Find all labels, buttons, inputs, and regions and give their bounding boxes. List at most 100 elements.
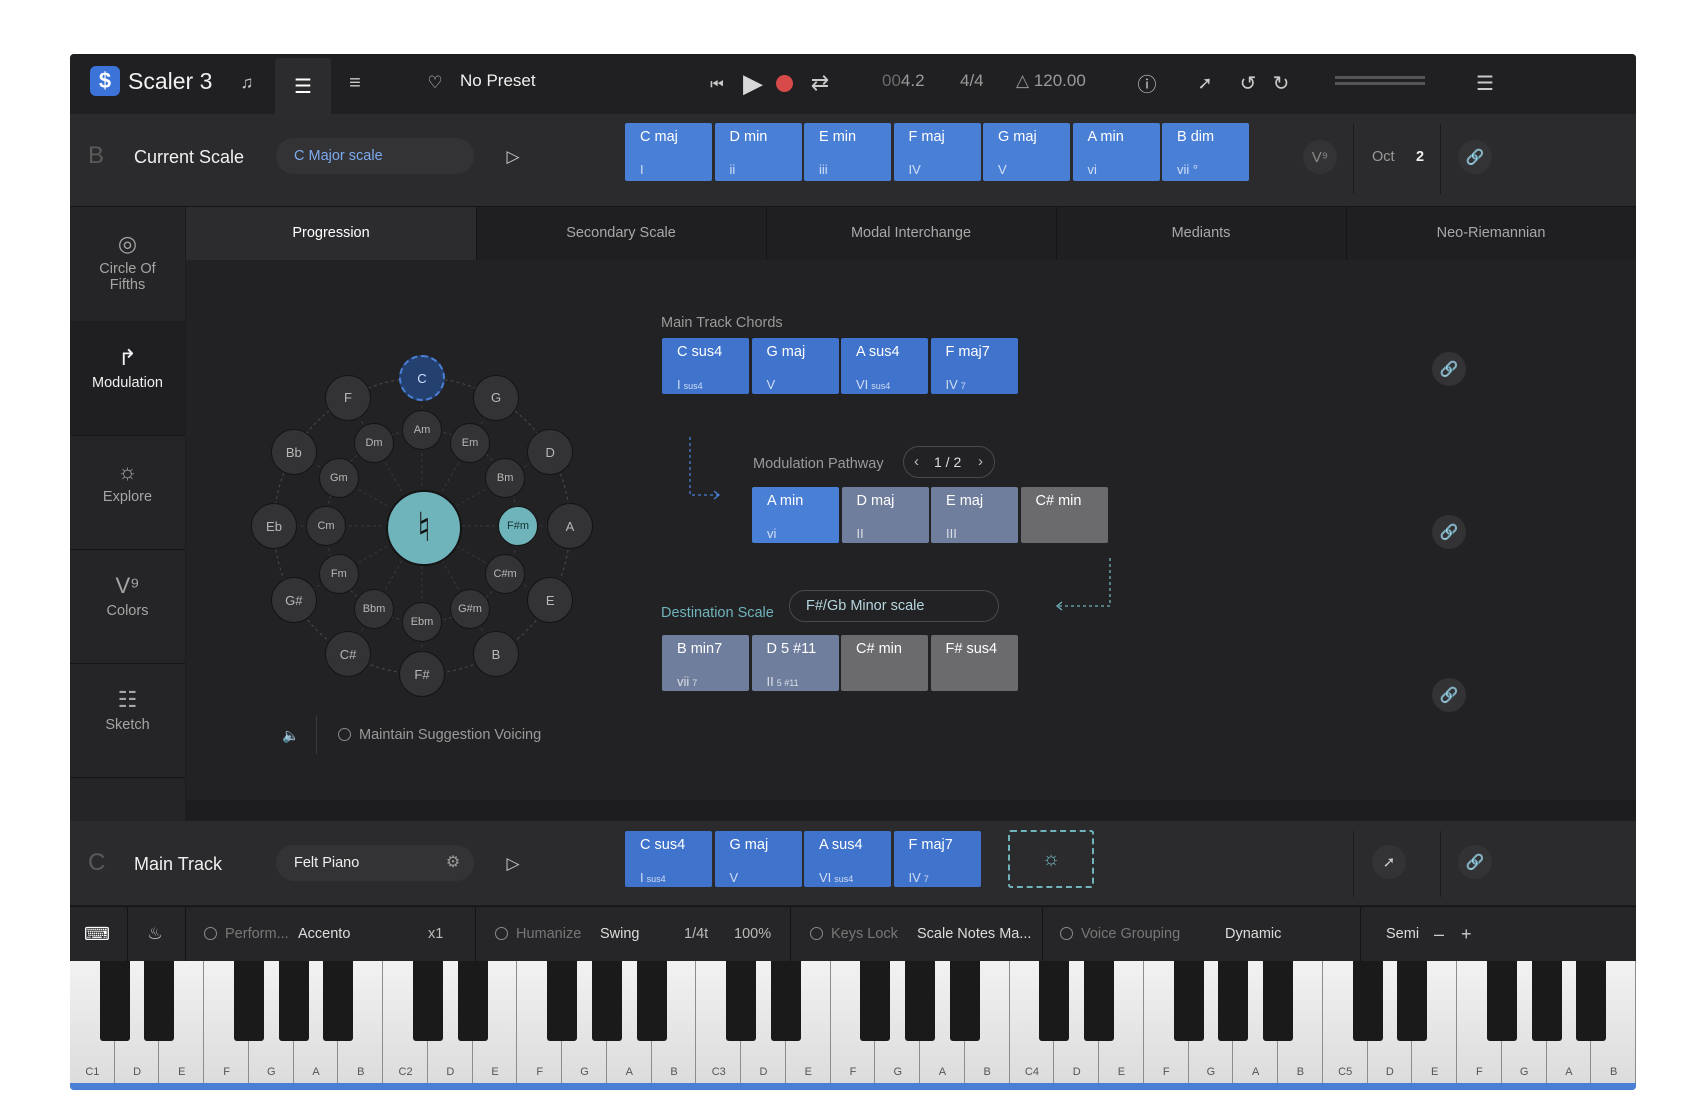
perform-multiplier[interactable]: x1 [428,907,443,961]
main-track-chord-chip[interactable]: A sus4 VI sus4 [841,338,928,394]
pathway-chord-chip[interactable]: A min vi [752,487,839,543]
circle-minor-node[interactable]: F#m [498,506,538,546]
tempo-display[interactable]: △ 120.00 [1016,71,1086,91]
volume-slider[interactable] [1335,76,1425,79]
voice-grouping-value[interactable]: Dynamic [1225,907,1281,961]
black-key[interactable] [770,961,801,1041]
layers-tab[interactable]: ☰ [275,58,331,114]
instrument-selector[interactable]: Felt Piano ⚙ [276,845,474,881]
main-track-chord-chip[interactable]: F maj7 IV 7 [930,338,1018,394]
export-arrow-icon[interactable]: ➚ [1190,68,1220,98]
black-key[interactable] [905,961,936,1041]
humanize-toggle[interactable]: Humanize [495,907,581,961]
tab-modal-interchange[interactable]: Modal Interchange [766,207,1057,260]
octave-value[interactable]: 2 [1416,149,1424,165]
circle-minor-node[interactable]: Dm [354,422,394,463]
circle-major-node[interactable]: Eb [251,503,297,549]
circle-major-node[interactable]: F [325,374,371,421]
scale-selector[interactable]: C Major scale [276,138,474,174]
pathway-chord-chip[interactable]: D maj II [841,487,929,543]
speaker-icon[interactable]: 🔈 [276,720,306,750]
destination-scale-selector[interactable]: F#/Gb Minor scale [789,590,999,622]
semi-increase-icon[interactable]: + [1461,907,1472,961]
circle-minor-node[interactable]: Am [402,410,442,450]
play-icon[interactable]: ▶ [737,66,769,100]
keyboard-icon[interactable]: ⌨ [82,919,112,949]
swing-amount[interactable]: 100% [734,907,771,961]
perform-toggle[interactable]: Perform... [204,907,289,961]
black-key[interactable] [1531,961,1562,1041]
circle-minor-node[interactable]: G#m [450,589,490,630]
circle-major-node[interactable]: C [399,355,445,401]
black-key[interactable] [1576,961,1607,1041]
redo-icon[interactable]: ↻ [1266,68,1296,98]
favorite-heart-icon[interactable]: ♡ [420,68,450,98]
scale-chord-chip[interactable]: E min iii [804,123,891,181]
circle-major-node[interactable]: D [527,429,574,475]
piano-keyboard[interactable]: C1 D E F G A B C2 D E F G A B C3 D E F G A B C4 D E F G A B C5 D E F G A B [70,961,1636,1090]
folder-icon[interactable]: ♫ [232,68,262,98]
menu-list-icon[interactable]: ≡ [340,68,370,98]
sidebar-item-colors[interactable]: V⁹ Colors [70,549,185,664]
maintain-voicing-toggle[interactable]: Maintain Suggestion Voicing [338,727,541,743]
scale-chord-chip[interactable]: F maj IV [893,123,981,181]
link-icon[interactable]: 🔗 [1458,845,1492,879]
voice-grouping-toggle[interactable]: Voice Grouping [1060,907,1180,961]
colors-button[interactable]: V⁹ [1303,140,1337,174]
semi-decrease-icon[interactable]: – [1434,907,1444,961]
perform-value[interactable]: Accento [298,907,350,961]
skip-back-icon[interactable]: ⏮ [702,69,732,99]
black-key[interactable] [323,961,354,1041]
circle-major-node[interactable]: Bb [270,429,317,475]
black-key[interactable] [99,961,130,1041]
black-key[interactable] [1397,961,1428,1041]
circle-minor-node[interactable]: Bm [485,458,526,498]
hamburger-menu-icon[interactable]: ☰ [1470,68,1500,98]
circle-major-node[interactable]: G [473,374,519,421]
scale-chord-chip[interactable]: C maj I [625,123,712,181]
time-signature[interactable]: 4/4 [960,71,984,91]
export-arrow-icon[interactable]: ➚ [1372,845,1406,879]
black-key[interactable] [726,961,757,1041]
circle-major-node[interactable]: A [547,503,593,549]
tab-neo-riemannian[interactable]: Neo-Riemannian [1346,207,1636,260]
destination-chord-chip[interactable]: C# min [841,635,928,691]
play-scale-icon[interactable]: ▷ [498,142,528,172]
main-track-chord-chip[interactable]: C sus4 Isus4 [662,338,749,394]
track-chord-chip[interactable]: C sus4 Isus4 [625,831,712,887]
tab-secondary-scale[interactable]: Secondary Scale [476,207,767,260]
undo-icon[interactable]: ↺ [1233,68,1263,98]
black-key[interactable] [233,961,264,1041]
tab-mediants[interactable]: Mediants [1056,207,1347,260]
link-icon[interactable]: 🔗 [1432,352,1466,386]
black-key[interactable] [860,961,891,1041]
black-key[interactable] [636,961,667,1041]
main-track-chord-chip[interactable]: G maj V [751,338,839,394]
guitar-icon[interactable]: ♨ [140,919,170,949]
black-key[interactable] [547,961,578,1041]
swing-division[interactable]: 1/4t [684,907,708,961]
destination-chord-chip[interactable]: B min7 vii 7 [662,635,749,691]
black-key[interactable] [1084,961,1115,1041]
black-key[interactable] [1039,961,1070,1041]
tab-progression[interactable]: Progression [186,207,477,260]
sidebar-item-explore[interactable]: ☼ Explore [70,435,185,550]
black-key[interactable] [1173,961,1204,1041]
pathway-chord-chip[interactable]: E maj III [931,487,1018,543]
circle-minor-node[interactable]: Gm [318,458,359,498]
chevron-right-icon[interactable]: › [978,453,983,470]
scale-chord-chip[interactable]: A min vi [1072,123,1160,181]
black-key[interactable] [278,961,309,1041]
circle-minor-node[interactable]: Bbm [354,589,394,630]
circle-major-node[interactable]: E [527,577,574,623]
suggest-chord-lightbulb-icon[interactable]: ☼ [1008,830,1094,888]
track-chord-chip[interactable]: A sus4 VI sus4 [804,831,891,887]
sidebar-item-modulation[interactable]: ↱ Modulation [70,321,185,436]
sidebar-item-circle-of-fifths[interactable]: ◎ Circle Of Fifths [70,207,185,322]
black-key[interactable] [412,961,443,1041]
scale-chord-chip[interactable]: D min ii [714,123,802,181]
scale-chord-chip[interactable]: B dim vii ° [1162,123,1249,181]
circle-major-node[interactable]: C# [325,631,371,678]
link-icon[interactable]: 🔗 [1432,678,1466,712]
loop-icon[interactable]: ⇄ [805,68,835,98]
